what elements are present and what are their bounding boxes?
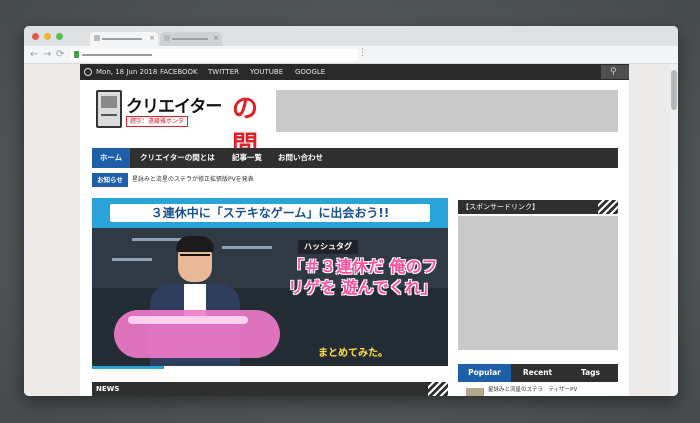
sidebar-tabs: Popular Recent Tags [458,364,618,382]
browser-window: × × ← → ⟳ ⋮ Mon, 18 Jun 2018 FACEBOOK TW… [24,26,678,396]
browser-toolbar: ← → ⟳ ⋮ [24,46,678,64]
topbar-link-google[interactable]: GOOGLE [295,68,325,77]
hero-subheadline: まとめてみた。 [318,348,388,359]
favicon-icon [94,35,100,41]
handheld-console-icon [96,90,122,128]
topbar-link-youtube[interactable]: YOUTUBE [250,68,283,77]
header-ad-placeholder[interactable] [276,90,618,132]
nav-item-contact[interactable]: お問い合わせ [272,148,329,168]
site-logo[interactable]: クリエイター の間 題字：遠藤雅ボンタ [96,90,258,161]
clock-icon [84,68,92,76]
lock-icon [74,51,79,58]
forward-arrow-icon[interactable]: → [43,49,51,61]
news-section-title: NEWS [96,385,120,393]
scrollbar-thumb[interactable] [671,70,677,110]
minimize-window-button[interactable] [44,33,51,40]
list-item[interactable]: 星詠みと流星のステラ ティザーPV [458,386,618,396]
sponsored-widget-title: 【スポンサードリンク】 [458,200,618,214]
sidebar-ad-placeholder[interactable] [458,216,618,350]
back-arrow-icon[interactable]: ← [30,49,38,61]
maximize-window-button[interactable] [56,33,63,40]
tab-popular[interactable]: Popular [458,364,511,382]
close-window-button[interactable] [32,33,39,40]
site-topbar: Mon, 18 Jun 2018 FACEBOOK TWITTER YOUTUB… [80,64,629,80]
logo-subtitle: 題字：遠藤雅ボンタ [126,116,189,127]
hero-banner-text: ３連休中に「ステキなゲーム」に出会おう!! [110,204,430,222]
page-scrollbar[interactable] [670,64,678,396]
tab-title-redacted [172,38,208,40]
page-viewport: Mon, 18 Jun 2018 FACEBOOK TWITTER YOUTUB… [24,64,678,396]
hero-headline: 「＃３連休だ 俺のフリゲを 遊んでくれ」 [288,257,438,297]
reload-icon[interactable]: ⟳ [56,49,64,61]
slider-progress-bar [92,366,164,369]
nav-item-home[interactable]: ホーム [92,148,130,168]
featured-slider-image[interactable]: ３連休中に「ステキなゲーム」に出会おう!! ハッシュタグ 「＃３連休だ 俺のフリ… [92,198,448,366]
sponsored-title-text: 【スポンサードリンク】 [462,203,539,211]
tab-close-icon[interactable]: × [149,33,155,43]
browser-menu-icon[interactable]: ⋮ [358,48,367,58]
logo-title: クリエイター [126,97,222,117]
tab-recent[interactable]: Recent [511,364,564,382]
tab-title-redacted [102,38,142,40]
topbar-search-button[interactable]: ⚲ [601,65,629,79]
ticker-headline[interactable]: 星詠みと流星のステラが修正拡張版PVを発表 [132,175,254,184]
news-ticker: お知らせ 星詠みと流星のステラが修正拡張版PVを発表 [92,172,618,188]
list-item-title: 星詠みと流星のステラ ティザーPV [488,387,578,393]
browser-titlebar: × × [24,26,678,46]
favicon-icon [164,35,170,41]
main-navigation: ホーム クリエイターの間とは 記事一覧 お問い合わせ [92,148,618,168]
topbar-link-facebook[interactable]: FACEBOOK [160,68,198,77]
browser-tab-inactive[interactable]: × [160,32,222,46]
hero-hashtag-label: ハッシュタグ [298,240,358,254]
topbar-link-twitter[interactable]: TWITTER [208,68,239,77]
tab-close-icon[interactable]: × [213,33,219,43]
topbar-date: Mon, 18 Jun 2018 [96,68,158,76]
site-page: Mon, 18 Jun 2018 FACEBOOK TWITTER YOUTUB… [80,64,629,396]
search-icon: ⚲ [610,67,617,77]
browser-tab-active[interactable]: × [90,32,158,46]
thumbnail-image [466,388,484,396]
news-section-header: NEWS [92,382,448,396]
address-bar[interactable] [70,49,358,61]
nav-item-articles[interactable]: 記事一覧 [226,148,268,168]
tab-tags[interactable]: Tags [564,364,617,382]
ticker-label: お知らせ [92,173,128,187]
url-redacted [82,54,152,56]
nav-item-about[interactable]: クリエイターの間とは [134,148,221,168]
stripe-decoration [428,382,448,396]
hero-banner: ３連休中に「ステキなゲーム」に出会おう!! [92,198,448,228]
stripe-decoration [598,200,618,214]
